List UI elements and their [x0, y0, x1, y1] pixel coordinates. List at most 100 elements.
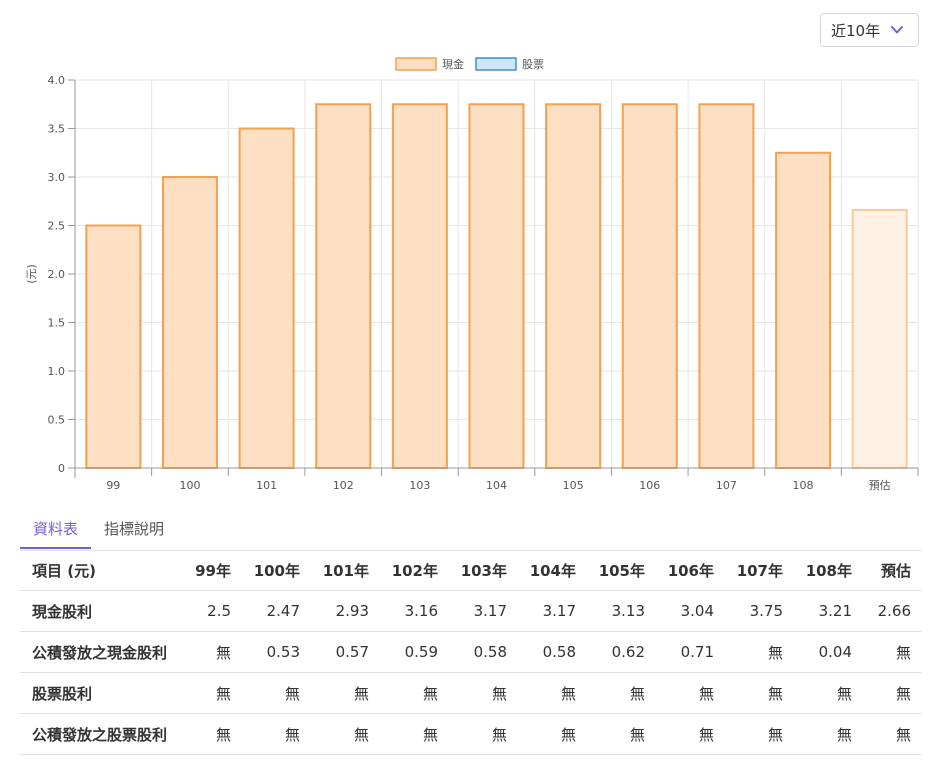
table-cell: 0.58 — [517, 631, 586, 673]
bar-cash-104[interactable] — [468, 103, 525, 469]
tab-bar: 資料表 指標說明 — [20, 510, 921, 551]
table-header-item: 項目 (元) — [20, 550, 180, 591]
table-cell: 2.66 — [862, 590, 921, 632]
bar-cash-103[interactable] — [391, 103, 448, 469]
y-tick-label: 3.5 — [48, 123, 66, 136]
y-tick-label: 2.0 — [48, 268, 66, 281]
bar-cash-100[interactable] — [161, 176, 218, 469]
table-header-year: 102年 — [379, 550, 448, 591]
table-row-label: 公積發放之股票股利 — [20, 713, 180, 755]
legend-swatch-cash — [395, 57, 437, 71]
y-tick-labels: 0 0.5 1.0 1.5 2.0 2.5 3.0 3.5 4.0 — [48, 74, 75, 475]
table-cell: 無 — [724, 713, 793, 755]
y-tick-label: 2.5 — [48, 220, 66, 233]
table-cell: 無 — [180, 672, 241, 714]
table-cell: 0.04 — [793, 631, 862, 673]
y-axis-label: (元) — [25, 264, 38, 284]
table-cell: 無 — [448, 713, 517, 755]
table-cell: 無 — [448, 672, 517, 714]
legend-swatch-stock — [475, 57, 517, 71]
table-row: 公積發放之股票股利無無無無無無無無無無無 — [20, 713, 921, 755]
table-cell: 0.57 — [310, 631, 379, 673]
table-cell: 無 — [517, 672, 586, 714]
table-cell: 無 — [586, 713, 655, 755]
legend-label-stock: 股票 — [522, 58, 544, 71]
table-cell: 無 — [310, 713, 379, 755]
y-tick-label: 4.0 — [48, 74, 66, 87]
x-tick-label: 107 — [716, 479, 737, 492]
table-header-year: 101年 — [310, 550, 379, 591]
x-tick-label: 預估 — [869, 479, 891, 492]
bar-cash-106[interactable] — [621, 103, 678, 469]
table-cell: 0.62 — [586, 631, 655, 673]
table-row-label: 公積發放之現金股利 — [20, 631, 180, 673]
table-cell: 3.17 — [448, 590, 517, 632]
tab-indicator-notes[interactable]: 指標說明 — [91, 510, 177, 549]
legend-item-cash[interactable]: 現金 — [395, 57, 464, 71]
table-cell: 0.71 — [655, 631, 724, 673]
dividend-table: 項目 (元) 99年 100年 101年 102年 103年 104年 105年 106年 107… — [20, 550, 921, 755]
table-cell: 2.93 — [310, 590, 379, 632]
bar-cash-預估[interactable] — [851, 208, 908, 469]
table-cell: 2.47 — [241, 590, 310, 632]
bar-cash-105[interactable] — [545, 103, 602, 469]
table-row: 現金股利 2.5 2.47 2.93 3.16 3.17 3.17 3.13 3.04 3.75 3… — [20, 590, 921, 632]
table-cell: 2.5 — [180, 590, 241, 632]
x-tick-label: 106 — [639, 479, 660, 492]
table-cell: 無 — [793, 713, 862, 755]
x-tick-label: 100 — [179, 479, 200, 492]
table-header-year: 99年 — [180, 550, 241, 591]
table-header-year: 107年 — [724, 550, 793, 591]
bar-cash-107[interactable] — [698, 103, 755, 469]
table-cell: 無 — [862, 631, 921, 673]
bar-cash-101[interactable] — [238, 127, 295, 469]
table-cell: 3.04 — [655, 590, 724, 632]
table-cell: 無 — [655, 672, 724, 714]
table-cell: 無 — [241, 672, 310, 714]
y-tick-label: 3.0 — [48, 171, 66, 184]
bar-cash-108[interactable] — [775, 151, 832, 469]
table-cell: 無 — [517, 713, 586, 755]
table-header-year: 預估 — [862, 550, 921, 591]
table-cell: 無 — [310, 672, 379, 714]
table-row: 股票股利無無無無無無無無無無無 — [20, 672, 921, 714]
legend-item-stock[interactable]: 股票 — [475, 57, 544, 71]
table-header-year: 104年 — [517, 550, 586, 591]
table-cell: 3.21 — [793, 590, 862, 632]
x-tick-label: 105 — [563, 479, 584, 492]
table-header-year: 100年 — [241, 550, 310, 591]
dividend-bar-chart: 0 0.5 1.0 1.5 2.0 2.5 3.0 3.5 4.0 99 100 101 102 103… — [25, 57, 919, 492]
table-cell: 3.16 — [379, 590, 448, 632]
table-cell: 3.17 — [517, 590, 586, 632]
table-header-row: 項目 (元) 99年 100年 101年 102年 103年 104年 105年 106年 107… — [20, 550, 921, 591]
table-cell: 0.59 — [379, 631, 448, 673]
table-body: 現金股利 2.5 2.47 2.93 3.16 3.17 3.17 3.13 3.04 3.75 3… — [20, 590, 921, 755]
x-tick-label: 99 — [106, 479, 120, 492]
x-tick-label: 108 — [793, 479, 814, 492]
chart-legend[interactable]: 現金 股票 — [395, 57, 544, 71]
table-cell: 0.58 — [448, 631, 517, 673]
table-cell: 無 — [655, 713, 724, 755]
table-cell: 0.53 — [241, 631, 310, 673]
table-header-year: 108年 — [793, 550, 862, 591]
table-cell: 無 — [180, 713, 241, 755]
chart-bars — [85, 103, 908, 469]
legend-label-cash: 現金 — [442, 57, 464, 71]
tab-data-table[interactable]: 資料表 — [20, 510, 92, 549]
table-cell: 3.13 — [586, 590, 655, 632]
table-row-label: 現金股利 — [20, 590, 180, 632]
table-cell: 無 — [724, 631, 793, 673]
bar-cash-102[interactable] — [315, 103, 372, 469]
table-cell: 無 — [862, 713, 921, 755]
x-tick-labels: 99 100 101 102 103 104 105 106 107 108 預估 — [74, 468, 919, 492]
table-cell: 無 — [180, 631, 241, 673]
x-tick-label: 104 — [486, 479, 507, 492]
table-row: 公積發放之現金股利無 0.53 0.57 0.59 0.58 0.58 0.62 0.71 無 0… — [20, 631, 921, 673]
table-header-year: 106年 — [655, 550, 724, 591]
table-cell: 無 — [586, 672, 655, 714]
table-cell: 無 — [793, 672, 862, 714]
bar-cash-99[interactable] — [85, 224, 142, 469]
table-cell: 無 — [862, 672, 921, 714]
table-cell: 3.75 — [724, 590, 793, 632]
table-header-year: 105年 — [586, 550, 655, 591]
